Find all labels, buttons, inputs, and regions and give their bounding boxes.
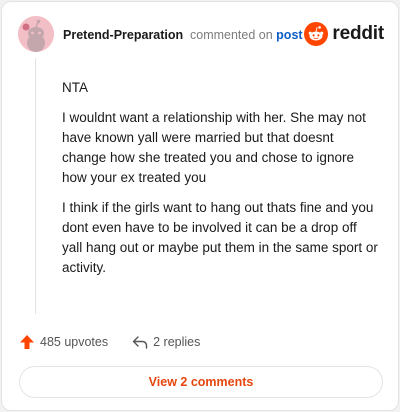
username-link[interactable]: Pretend-Preparation xyxy=(63,28,183,42)
thread-line[interactable] xyxy=(35,58,36,314)
user-avatar-icon[interactable] xyxy=(18,16,54,52)
post-link[interactable]: post xyxy=(276,28,302,42)
comment-meta: commented on post xyxy=(190,28,303,42)
upvote-arrow-icon xyxy=(20,335,34,349)
comment-actions: 485 upvotes 2 replies xyxy=(19,332,200,352)
comment-body: NTA I wouldnt want a relationship with h… xyxy=(62,78,380,288)
brand-wordmark: reddit xyxy=(332,23,384,44)
replies-count: 2 replies xyxy=(153,335,201,349)
comment-header: Pretend-Preparation commented on post re… xyxy=(18,16,384,52)
reply-arrow-icon xyxy=(132,336,148,349)
reddit-brand[interactable]: reddit xyxy=(304,20,384,48)
comment-card: Pretend-Preparation commented on post re… xyxy=(1,1,399,411)
upvote-count: 485 upvotes xyxy=(40,335,109,349)
action-text: commented on xyxy=(190,28,273,42)
comment-paragraph: NTA xyxy=(62,80,88,95)
comment-paragraph: I wouldnt want a relationship with her. … xyxy=(62,110,366,185)
reddit-logo-icon xyxy=(304,22,329,46)
view-comments-button[interactable]: View 2 comments xyxy=(19,366,383,398)
replies-button[interactable]: 2 replies xyxy=(132,334,200,350)
comment-paragraph: I think if the girls want to hang out th… xyxy=(62,200,378,275)
upvote-button[interactable]: 485 upvotes xyxy=(19,334,108,350)
